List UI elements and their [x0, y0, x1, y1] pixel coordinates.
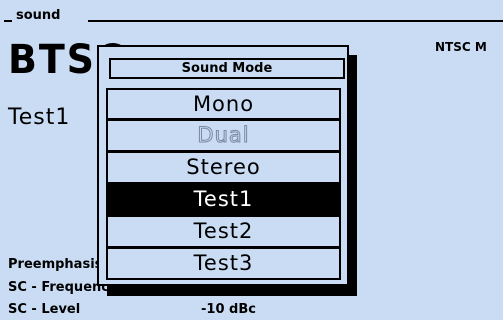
sound-mode-popup: Sound Mode Mono Dual Stereo Test1 Test2 …	[97, 45, 349, 286]
current-sound-mode: Test1	[8, 105, 71, 130]
section-label: sound	[16, 8, 61, 23]
popup-title: Sound Mode	[109, 58, 345, 79]
video-standard-label: NTSC M	[435, 40, 487, 54]
option-dual: Dual	[106, 120, 341, 152]
option-stereo[interactable]: Stereo	[106, 152, 341, 184]
header-divider	[88, 20, 503, 22]
option-test1[interactable]: Test1	[106, 184, 341, 216]
sc-level-label: SC - Level	[8, 302, 81, 317]
sound-mode-list: Mono Dual Stereo Test1 Test2 Test3	[106, 88, 341, 280]
option-test3[interactable]: Test3	[106, 248, 341, 280]
option-mono[interactable]: Mono	[106, 88, 341, 120]
sound-settings-screen: sound BTSC NTSC M Test1 Preemphasis SC -…	[0, 0, 503, 320]
header-divider-left	[4, 20, 12, 22]
option-test2[interactable]: Test2	[106, 216, 341, 248]
preemphasis-label: Preemphasis	[8, 257, 103, 272]
sc-level-value: -10 dBc	[201, 302, 256, 317]
